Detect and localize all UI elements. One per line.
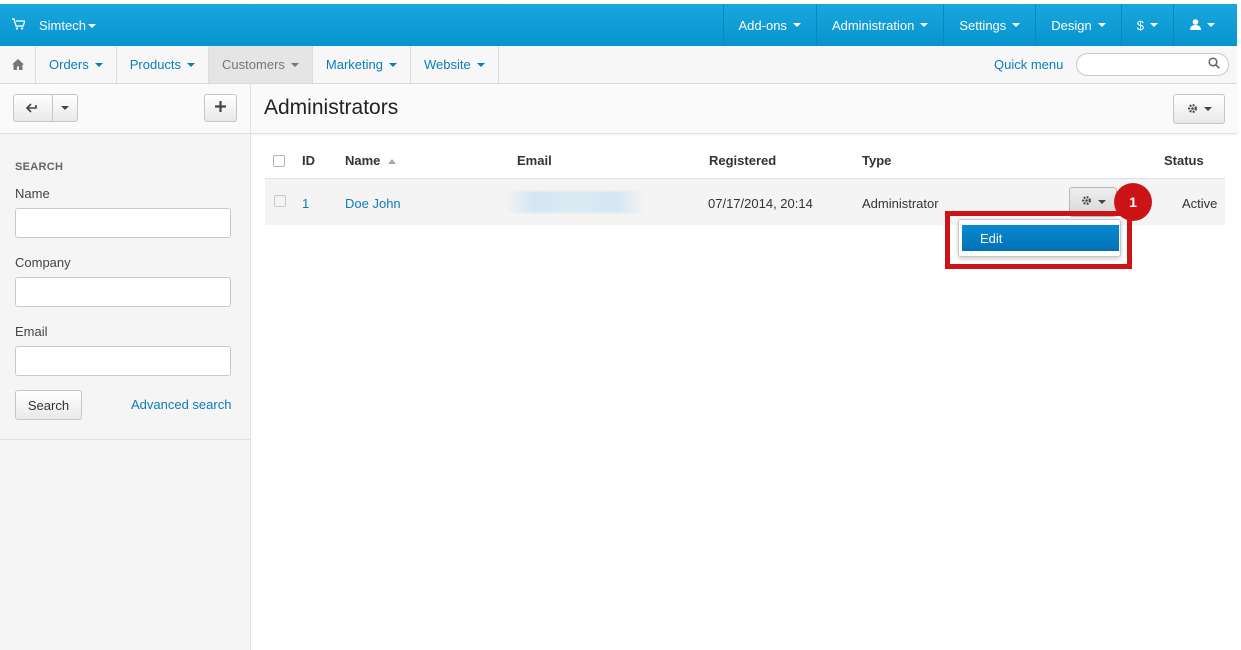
topnav-currency[interactable]: $ [1120, 4, 1173, 46]
menu-orders[interactable]: Orders [36, 46, 117, 83]
header-id[interactable]: ID [302, 153, 315, 168]
select-all-checkbox[interactable] [273, 155, 285, 167]
topnav-settings[interactable]: Settings [943, 4, 1035, 46]
topnav-design[interactable]: Design [1035, 4, 1120, 46]
header-type[interactable]: Type [862, 153, 891, 168]
row-registered: 07/17/2014, 20:14 [708, 196, 813, 211]
page-settings-button[interactable] [1173, 94, 1225, 124]
back-dropdown-button[interactable] [52, 94, 78, 122]
row-actions-dropdown: Edit [958, 219, 1121, 257]
back-icon [25, 101, 40, 116]
topnav-user[interactable] [1173, 4, 1237, 46]
toolbar-divider [250, 84, 251, 134]
menu-products[interactable]: Products [117, 46, 210, 83]
global-search-input[interactable] [1076, 53, 1229, 76]
email-label: Email [15, 324, 48, 339]
menu-marketing[interactable]: Marketing [313, 46, 411, 83]
header-status[interactable]: Status [1164, 153, 1204, 168]
search-button[interactable]: Search [15, 390, 82, 420]
plus-icon [215, 99, 226, 117]
menu-website[interactable]: Website [411, 46, 499, 83]
search-sidebar: SEARCH Name Company Email Search Advance… [0, 134, 251, 650]
brand-label: Simtech [39, 17, 86, 33]
header-email[interactable]: Email [517, 153, 552, 168]
row-email-redacted [505, 191, 645, 213]
edit-menu-item[interactable]: Edit [962, 225, 1119, 251]
sub-nav: Orders Products Customers Marketing Webs… [0, 46, 1237, 84]
back-button[interactable] [13, 94, 53, 122]
topnav-administration[interactable]: Administration [815, 4, 943, 46]
company-field[interactable] [15, 277, 231, 307]
sort-asc-icon [388, 159, 397, 165]
row-id-link[interactable]: 1 [302, 196, 309, 211]
user-icon [1190, 18, 1201, 33]
company-label: Company [15, 255, 71, 270]
gear-icon [1187, 102, 1198, 117]
cart-icon [12, 17, 27, 33]
search-section-title: SEARCH [15, 161, 64, 173]
row-type: Administrator [862, 196, 939, 211]
sidebar-divider [0, 439, 250, 440]
topnav-addons[interactable]: Add-ons [722, 4, 816, 46]
page-title: Administrators [264, 96, 399, 119]
email-field[interactable] [15, 346, 231, 376]
header-registered[interactable]: Registered [709, 153, 776, 168]
name-field[interactable] [15, 208, 231, 238]
main-menu: Orders Products Customers Marketing Webs… [36, 46, 499, 83]
menu-customers[interactable]: Customers [209, 46, 313, 83]
row-status[interactable]: Active [1182, 196, 1217, 211]
top-nav: Add-ons Administration Settings Design $ [722, 4, 1237, 46]
row-checkbox[interactable] [274, 195, 286, 207]
row-name-link[interactable]: Doe John [345, 196, 401, 211]
home-icon[interactable] [0, 46, 36, 83]
header-name[interactable]: Name [345, 153, 397, 168]
search-icon[interactable] [1208, 57, 1220, 72]
step-badge: 1 [1114, 183, 1152, 221]
quick-menu-link[interactable]: Quick menu [994, 46, 1063, 83]
top-bar: Simtech Add-ons Administration Settings … [0, 4, 1237, 46]
name-label: Name [15, 186, 50, 201]
page-toolbar: Administrators [0, 84, 1237, 134]
add-administrator-button[interactable] [204, 94, 237, 122]
advanced-search-link[interactable]: Advanced search [131, 397, 231, 412]
brand-menu[interactable]: Simtech [12, 4, 96, 46]
gear-icon [1081, 195, 1092, 209]
